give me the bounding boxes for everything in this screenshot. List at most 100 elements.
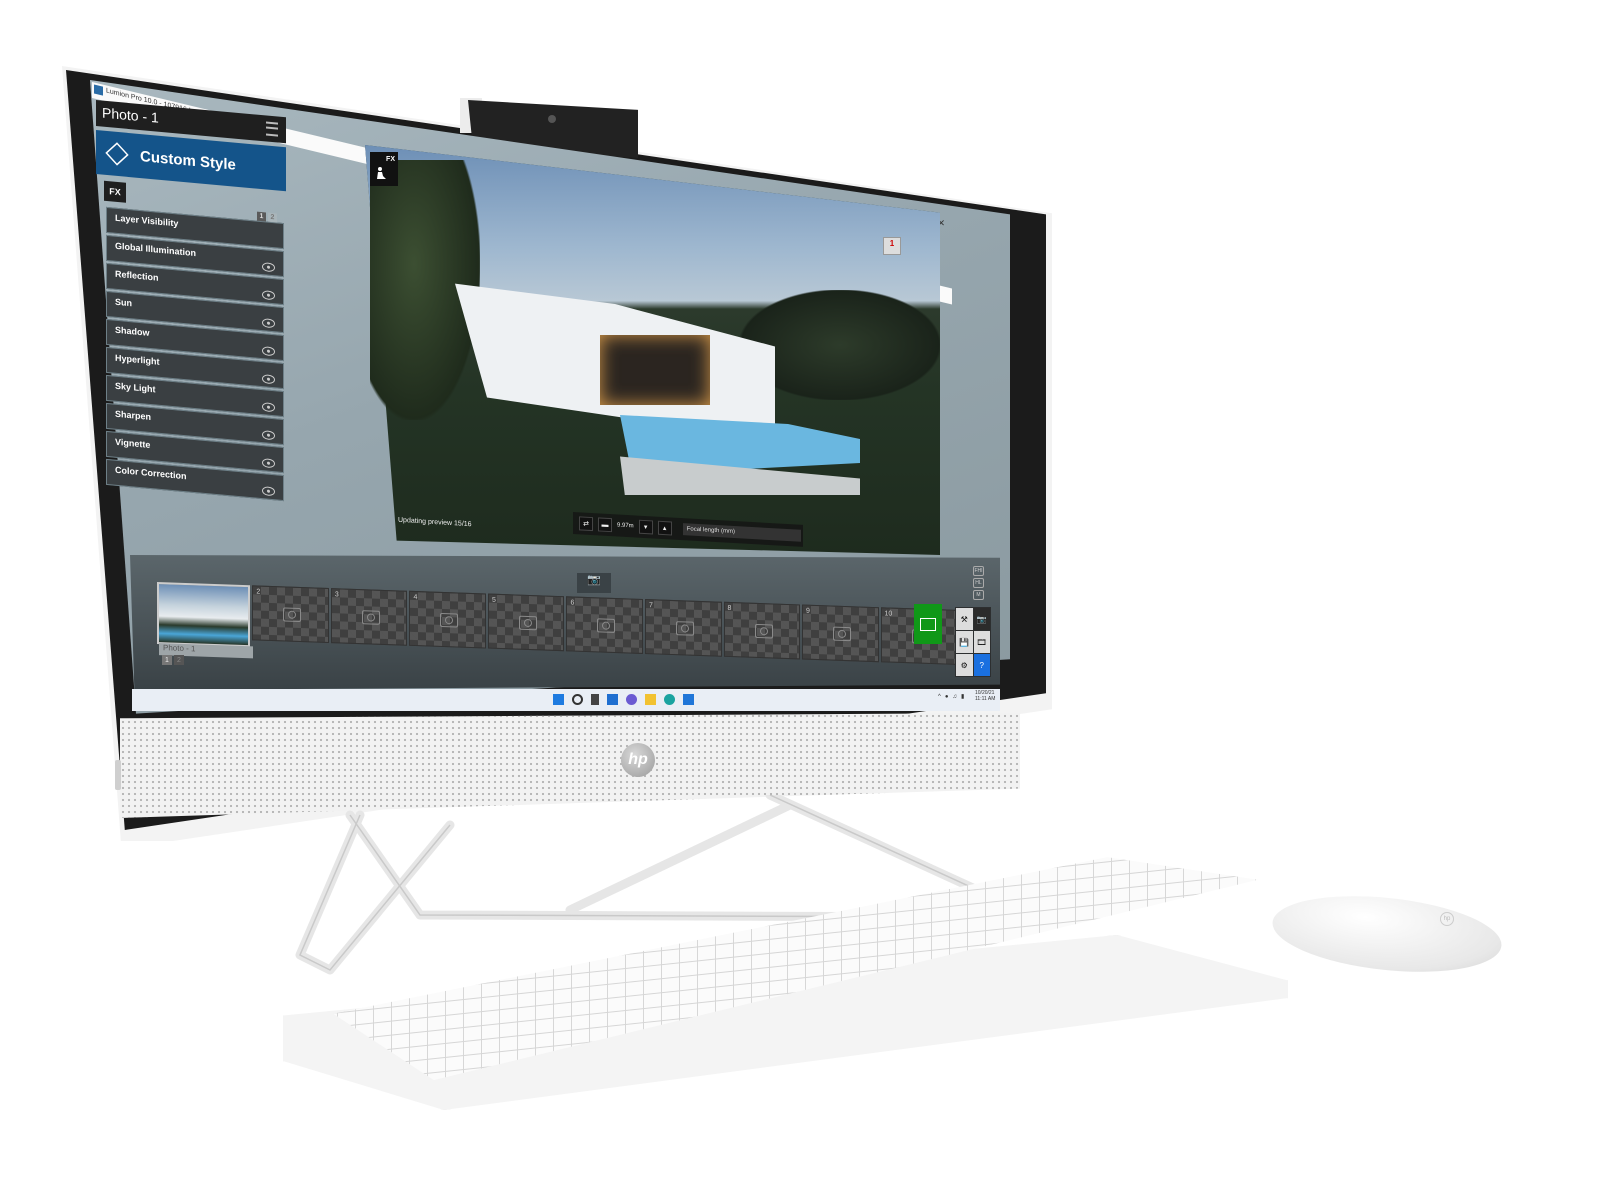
effect-label: Layer Visibility [115,212,179,229]
quality-button-m[interactable]: M [973,590,984,600]
eye-icon[interactable] [262,318,275,329]
photo-slot-9[interactable]: 9 [802,604,879,663]
photo-effects-panel: Photo - 1 Custom Style FX 1 2 Layer Visi… [96,100,286,503]
side-port [115,760,121,790]
photo-slot-3[interactable]: 3 [330,588,408,646]
camera-icon [440,612,459,628]
quality-button-hl[interactable]: HL [973,578,984,588]
eye-icon[interactable] [262,458,275,469]
slot-number: 3 [334,591,339,599]
house-window [600,335,710,405]
stand-brace [565,800,795,915]
camera-icon [754,623,773,639]
build-mode-icon[interactable]: ⚒ [956,608,973,630]
battery-icon[interactable]: ▮ [961,693,964,700]
layer-page-1[interactable]: 1 [257,211,266,222]
photo-title: Photo - 1 [102,104,159,126]
photo-slot-1[interactable]: Photo - 1 [157,582,253,659]
slot-number: 2 [256,588,261,596]
eye-icon[interactable] [262,374,275,385]
photo-slot-4[interactable]: 4 [409,590,486,649]
wifi-icon[interactable]: ● [945,694,949,700]
swap-camera-icon[interactable]: ⇄ [579,516,593,532]
clock-time: 11:11 AM [975,696,996,702]
effect-label: Vignette [115,436,151,450]
save-camera-button[interactable]: 📷 [577,573,611,593]
filmstrip-pages: 1 2 [162,655,184,665]
eye-icon[interactable] [262,290,275,301]
fx-overlay-label: FX [386,156,395,163]
volume-icon[interactable]: ♫ [952,694,957,700]
task-view-icon[interactable] [591,694,599,705]
store-icon[interactable] [683,694,694,705]
slot-number: 8 [727,604,732,613]
camera-icon [283,607,302,623]
quality-button-fhi[interactable]: FHI [973,566,984,576]
photo-slot-2[interactable]: 2 [252,585,329,644]
eye-icon[interactable] [262,346,275,357]
hp-logo: hp [621,743,655,777]
filmstrip-page-2[interactable]: 2 [174,655,184,665]
camera-icon [675,621,694,636]
chat-icon[interactable] [626,694,637,705]
effect-label: Reflection [115,268,159,283]
eye-icon[interactable] [262,486,275,497]
widgets-icon[interactable] [607,694,618,705]
lumion-app-icon [94,84,103,96]
search-icon[interactable] [572,694,583,705]
effect-label: Color Correction [115,464,187,482]
camera-icon [833,626,852,642]
worker-icon [377,167,386,179]
edge-icon[interactable] [664,694,675,705]
photo-slot-5[interactable]: 5 [487,593,565,652]
photo-slot-6[interactable]: 6 [566,596,643,654]
menu-icon[interactable] [266,121,278,137]
taskbar-clock[interactable]: 10/20/21 11:11 AM [975,690,995,702]
camera-height-icon[interactable]: ▬ [598,517,612,533]
effects-list: 1 2 Layer Visibility Global Illumination… [106,206,284,502]
photo-mode-icon[interactable]: 📷 [973,608,990,630]
eye-icon[interactable] [262,402,275,413]
layers-icon [105,142,129,166]
slot-number: 4 [413,593,418,602]
mouse [1268,886,1506,982]
camera-icon [597,618,616,634]
camera-icon [518,615,537,631]
photo-slot-8[interactable]: 8 [723,601,801,660]
taskbar-icons [553,694,694,705]
style-name: Custom Style [140,147,236,174]
effect-label: Sky Light [115,380,156,395]
tray-overflow-icon[interactable]: ^ [938,694,941,700]
movie-mode-icon[interactable]: 🎞 [973,631,990,653]
effect-label: Global Illumination [115,240,196,259]
windows-start-icon[interactable] [553,694,564,705]
slot-number: 7 [648,602,653,610]
webcam-lens [548,115,556,123]
quality-buttons: FHI HL M [973,566,984,600]
mode-panel: ⚒ 📷 💾 🎞 ⚙ ? [955,607,991,677]
camera-icon [361,610,380,625]
stand-leg-left [295,810,455,975]
help-button[interactable]: ? [973,654,990,676]
fx-button[interactable]: FX [104,180,126,203]
focal-length-field[interactable]: Focal length (mm) [682,523,801,542]
calendar-icon[interactable]: 1 [883,237,901,255]
layer-page-toggle: 1 2 [257,211,277,223]
mouse-hp-logo: hp [1440,912,1454,926]
filmstrip-page-1[interactable]: 1 [162,655,172,665]
settings-icon[interactable]: ⚙ [956,654,973,676]
eye-icon[interactable] [262,430,275,441]
render-button[interactable] [914,604,942,644]
height-down-button[interactable]: ▾ [638,519,653,535]
height-up-button[interactable]: ▴ [657,520,672,536]
system-tray: ^ ● ♫ ▮ [938,693,964,701]
eye-icon[interactable] [262,262,275,273]
slot-number: 5 [491,596,496,604]
fx-overlay-button[interactable]: FX [370,152,398,186]
slot-number: 10 [884,610,893,618]
photo-slot-7[interactable]: 7 [644,599,722,657]
layer-page-2[interactable]: 2 [268,212,277,223]
slot-number: 9 [806,607,810,615]
file-explorer-icon[interactable] [645,694,656,705]
save-icon[interactable]: 💾 [956,631,973,653]
